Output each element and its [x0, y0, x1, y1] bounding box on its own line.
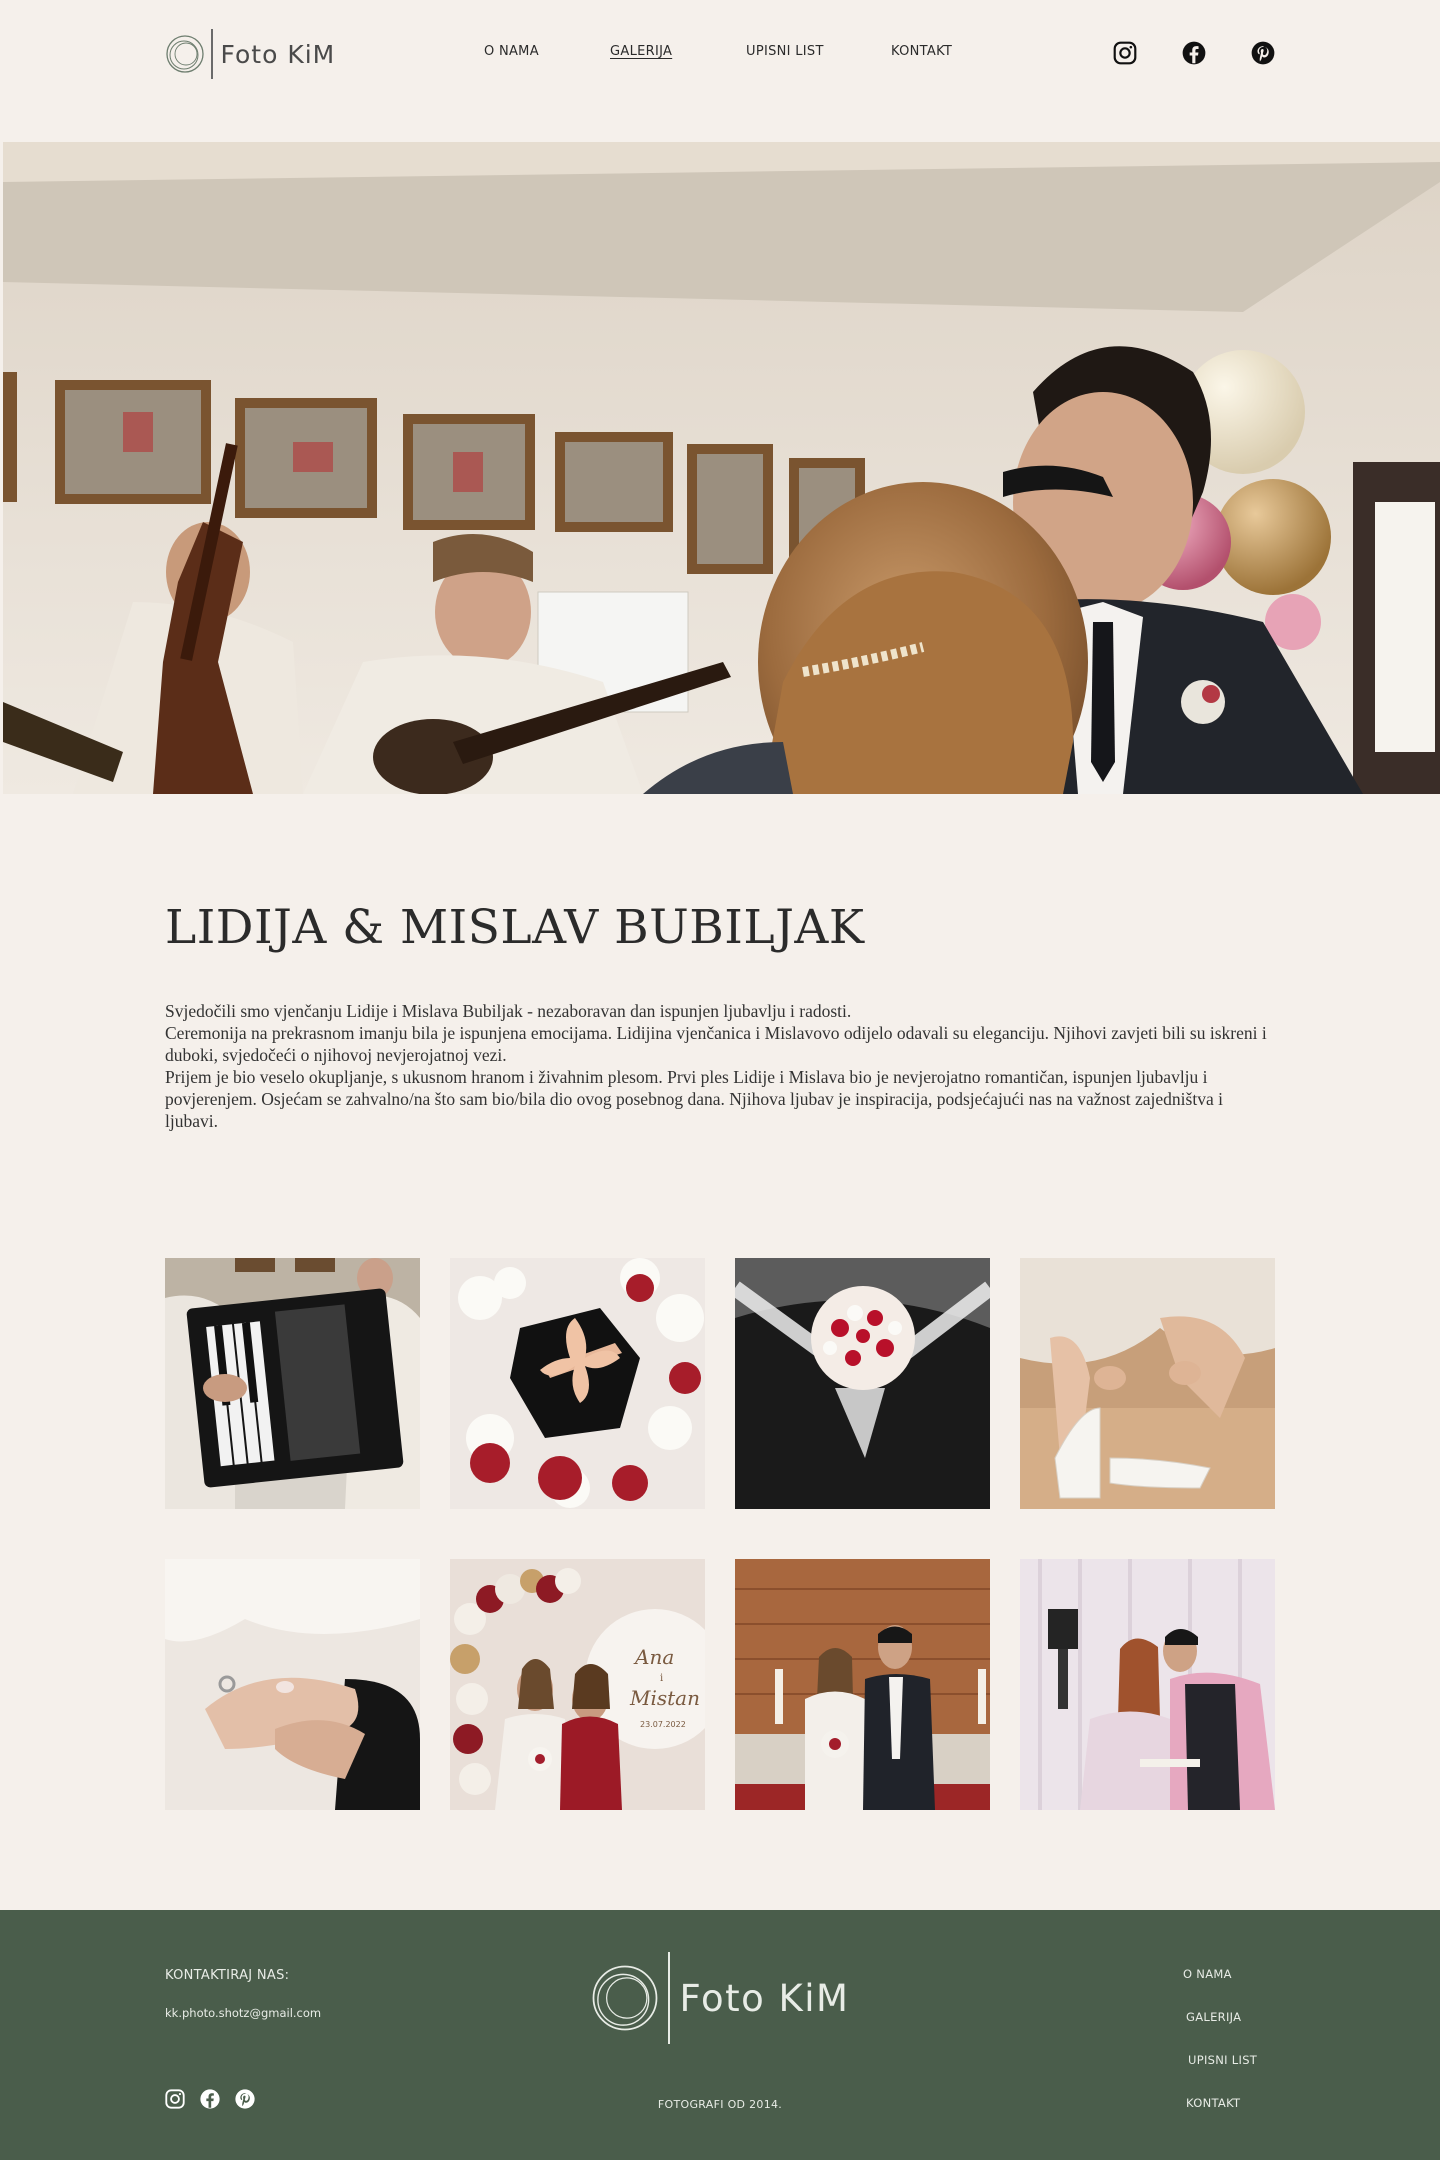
nav-item-upisni-list[interactable]: UPISNI LIST	[746, 44, 824, 59]
welcome-sign-date: 23.07.2022	[640, 1720, 686, 1729]
footer-nav-upisni-list[interactable]: UPISNI LIST	[1188, 2053, 1257, 2067]
site-header: Foto KiM O NAMA GALERIJA UPISNI LIST KON…	[0, 0, 1440, 110]
footer-logo-text: Foto KiM	[679, 1976, 850, 2020]
gallery-thumb-church-couple[interactable]	[735, 1559, 990, 1810]
logo-divider	[668, 1952, 670, 2044]
hero-image	[3, 142, 1440, 794]
nav-item-galerija[interactable]: GALERIJA	[610, 44, 672, 59]
nav-item-o-nama[interactable]: O NAMA	[484, 44, 539, 59]
footer-nav-kontakt[interactable]: KONTAKT	[1186, 2096, 1240, 2110]
footer-nav-o-nama[interactable]: O NAMA	[1183, 1967, 1232, 1981]
site-footer: KONTAKTIRAJ NAS: kk.photo.shotz@gmail.co…	[0, 1910, 1440, 2160]
nav-item-kontakt[interactable]: KONTAKT	[891, 44, 952, 59]
facebook-icon[interactable]	[1181, 40, 1207, 66]
footer-nav-galerija[interactable]: GALERIJA	[1186, 2010, 1241, 2024]
welcome-sign-name-2: Mistan	[629, 1686, 700, 1710]
gallery-thumb-reception-kiss[interactable]	[1020, 1559, 1275, 1810]
description-paragraph: Ceremonija na prekrasnom imanju bila je …	[165, 1023, 1267, 1065]
welcome-sign-name-1: Ana	[633, 1645, 674, 1669]
pinterest-icon[interactable]	[1250, 40, 1276, 66]
gallery-thumb-accordion[interactable]	[165, 1258, 420, 1509]
gallery-thumb-gift-box[interactable]	[450, 1258, 705, 1509]
gallery-thumb-bride-shoe[interactable]	[1020, 1258, 1275, 1509]
gallery-thumb-ring[interactable]	[165, 1559, 420, 1810]
instagram-icon[interactable]	[1112, 40, 1138, 66]
gallery-title: LIDIJA & MISLAV BUBILJAK	[165, 900, 865, 955]
footer-logo[interactable]: Foto KiM	[590, 1952, 849, 2044]
description-paragraph: Prijem je bio veselo okupljanje, s ukusn…	[165, 1067, 1223, 1131]
footer-contact-label: KONTAKTIRAJ NAS:	[165, 1968, 290, 1983]
main-nav: O NAMA GALERIJA UPISNI LIST KONTAKT	[0, 44, 1440, 68]
footer-email-link[interactable]: kk.photo.shotz@gmail.com	[165, 2006, 321, 2020]
gallery-thumb-bouquet-car[interactable]	[735, 1258, 990, 1509]
logo-rings-icon	[592, 1965, 658, 2031]
description-paragraph: Svjedočili smo vjenčanju Lidije i Mislav…	[165, 1001, 852, 1021]
gallery-thumb-balloon-arch[interactable]: Ana i Mistan 23.07.2022	[450, 1559, 705, 1810]
gallery-description: Svjedočili smo vjenčanju Lidije i Mislav…	[165, 1000, 1275, 1132]
hero-photo	[3, 142, 1440, 794]
welcome-sign-conjunction: i	[660, 1673, 663, 1684]
